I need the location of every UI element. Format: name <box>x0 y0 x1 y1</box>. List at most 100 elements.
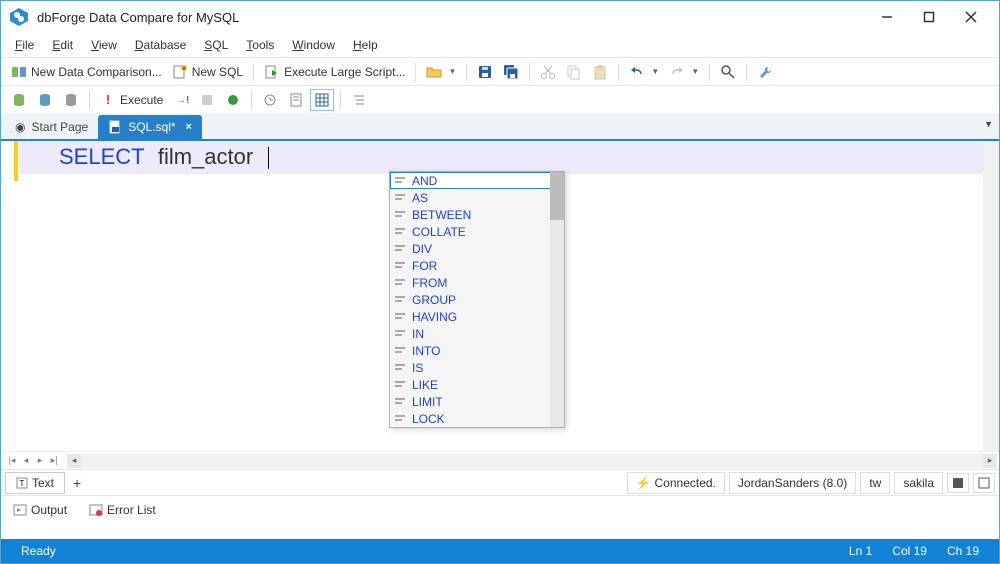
outline-button[interactable] <box>347 89 371 111</box>
autocomplete-item[interactable]: HAVING <box>390 308 564 325</box>
bottom-panels: Output Error List <box>1 495 999 523</box>
paste-button[interactable] <box>588 61 612 83</box>
status-ready: Ready <box>11 544 66 558</box>
menu-edit[interactable]: Edit <box>44 36 81 54</box>
stop-button[interactable] <box>195 89 219 111</box>
execute-step-button[interactable]: →! <box>169 89 193 111</box>
connection-server[interactable]: JordanSanders (8.0) <box>729 472 856 494</box>
nav-prev-icon[interactable]: ◂ <box>19 455 33 467</box>
tab-close-icon[interactable]: × <box>186 121 192 133</box>
view-text-tab[interactable]: T Text <box>5 472 65 494</box>
db-button-1[interactable] <box>7 89 31 111</box>
editor-footer: T Text + ⚡ Connected. JordanSanders (8.0… <box>1 469 999 495</box>
new-sql-icon: ★ <box>172 64 188 80</box>
text-view-icon: T <box>16 477 28 489</box>
commit-button[interactable] <box>221 89 245 111</box>
database-disconnect-icon <box>63 92 79 108</box>
error-list-button[interactable]: Error List <box>85 501 160 519</box>
connection-status[interactable]: ⚡ Connected. <box>627 472 725 494</box>
tab-sql[interactable]: SQL.sql* × <box>98 115 202 139</box>
autocomplete-item-label: FOR <box>412 259 437 273</box>
save-button[interactable] <box>473 61 497 83</box>
execute-large-script-button[interactable]: Execute Large Script... <box>260 61 409 83</box>
db-button-2[interactable] <box>33 89 57 111</box>
editor-area: ↕ SELECT film_actor ANDASBETWEENCOLLATED… <box>1 139 999 451</box>
svg-text:!: ! <box>106 93 110 107</box>
autocomplete-item[interactable]: LIKE <box>390 376 564 393</box>
connection-user[interactable]: tw <box>860 472 890 494</box>
autocomplete-item[interactable]: FROM <box>390 274 564 291</box>
undo-button[interactable]: ▼ <box>625 61 663 83</box>
nav-last-icon[interactable]: ▸| <box>47 455 61 467</box>
view-text-label: Text <box>32 476 54 490</box>
copy-button[interactable] <box>562 61 586 83</box>
autocomplete-scrollbar[interactable] <box>550 172 564 427</box>
menu-view[interactable]: View <box>83 36 125 54</box>
editor-horizontal-scrollbar[interactable]: ◂ ▸ <box>67 454 997 468</box>
add-view-button[interactable]: + <box>65 473 89 493</box>
menu-file[interactable]: File <box>7 36 42 54</box>
execute-icon: ! <box>100 92 116 108</box>
scroll-left-icon[interactable]: ◂ <box>67 454 81 468</box>
layout-toggle-2[interactable] <box>973 473 995 493</box>
cut-button[interactable] <box>536 61 560 83</box>
new-sql-button[interactable]: ★ New SQL <box>168 61 247 83</box>
open-folder-button[interactable]: ▼ <box>422 61 460 83</box>
database-icon <box>11 92 27 108</box>
close-button[interactable] <box>951 3 991 31</box>
autocomplete-item[interactable]: IN <box>390 325 564 342</box>
history-button[interactable] <box>258 89 282 111</box>
autocomplete-item[interactable]: INTO <box>390 342 564 359</box>
bookmark-button[interactable] <box>284 89 308 111</box>
editor-gutter <box>1 141 19 451</box>
autocomplete-item[interactable]: FOR <box>390 257 564 274</box>
menu-window[interactable]: Window <box>284 36 343 54</box>
db-button-3[interactable] <box>59 89 83 111</box>
tab-start-label: Start Page <box>31 120 88 134</box>
nav-next-icon[interactable]: ▸ <box>33 455 47 467</box>
execute-large-icon <box>264 64 280 80</box>
autocomplete-item-label: COLLATE <box>412 225 466 239</box>
nav-first-icon[interactable]: |◂ <box>5 455 19 467</box>
menu-sql[interactable]: SQL <box>196 36 236 54</box>
minimize-button[interactable] <box>867 3 907 31</box>
svg-text:→!: →! <box>176 95 189 106</box>
tabs-overflow-button[interactable]: ▼ <box>984 119 993 129</box>
autocomplete-item[interactable]: COLLATE <box>390 223 564 240</box>
autocomplete-item-label: LIMIT <box>412 395 443 409</box>
tab-start-page[interactable]: ◉ Start Page <box>5 115 98 139</box>
execute-button[interactable]: ! Execute <box>96 89 167 111</box>
autocomplete-item[interactable]: DIV <box>390 240 564 257</box>
menu-tools[interactable]: Tools <box>238 36 282 54</box>
menu-database[interactable]: Database <box>127 36 194 54</box>
autocomplete-item[interactable]: GROUP <box>390 291 564 308</box>
redo-button[interactable]: ▼ <box>665 61 703 83</box>
autocomplete-item[interactable]: BETWEEN <box>390 206 564 223</box>
autocomplete-item[interactable]: AS <box>390 189 564 206</box>
autocomplete-item[interactable]: AND <box>390 172 564 189</box>
scroll-right-icon[interactable]: ▸ <box>983 454 997 468</box>
autocomplete-item[interactable]: LIMIT <box>390 393 564 410</box>
code-editor[interactable]: SELECT film_actor ANDASBETWEENCOLLATEDIV… <box>19 141 999 451</box>
autocomplete-item[interactable]: LOCK <box>390 410 564 427</box>
new-data-comparison-button[interactable]: New Data Comparison... <box>7 61 166 83</box>
keyword-icon <box>394 259 408 273</box>
save-all-button[interactable] <box>499 61 523 83</box>
step-icon: →! <box>173 92 189 108</box>
keyword-icon <box>394 191 408 205</box>
menu-help[interactable]: Help <box>345 36 386 54</box>
layout-toggle-1[interactable] <box>947 473 969 493</box>
keyword-icon <box>394 293 408 307</box>
grid-toggle-button[interactable] <box>310 89 334 111</box>
find-button[interactable] <box>716 61 740 83</box>
settings-button[interactable] <box>753 61 777 83</box>
copy-icon <box>566 64 582 80</box>
autocomplete-item[interactable]: IS <box>390 359 564 376</box>
editor-vertical-scrollbar[interactable] <box>983 141 999 451</box>
commit-icon <box>225 92 241 108</box>
connection-database[interactable]: sakila <box>894 472 943 494</box>
output-panel-button[interactable]: Output <box>9 501 71 519</box>
folder-open-icon <box>426 64 442 80</box>
maximize-button[interactable] <box>909 3 949 31</box>
database-refresh-icon <box>37 92 53 108</box>
